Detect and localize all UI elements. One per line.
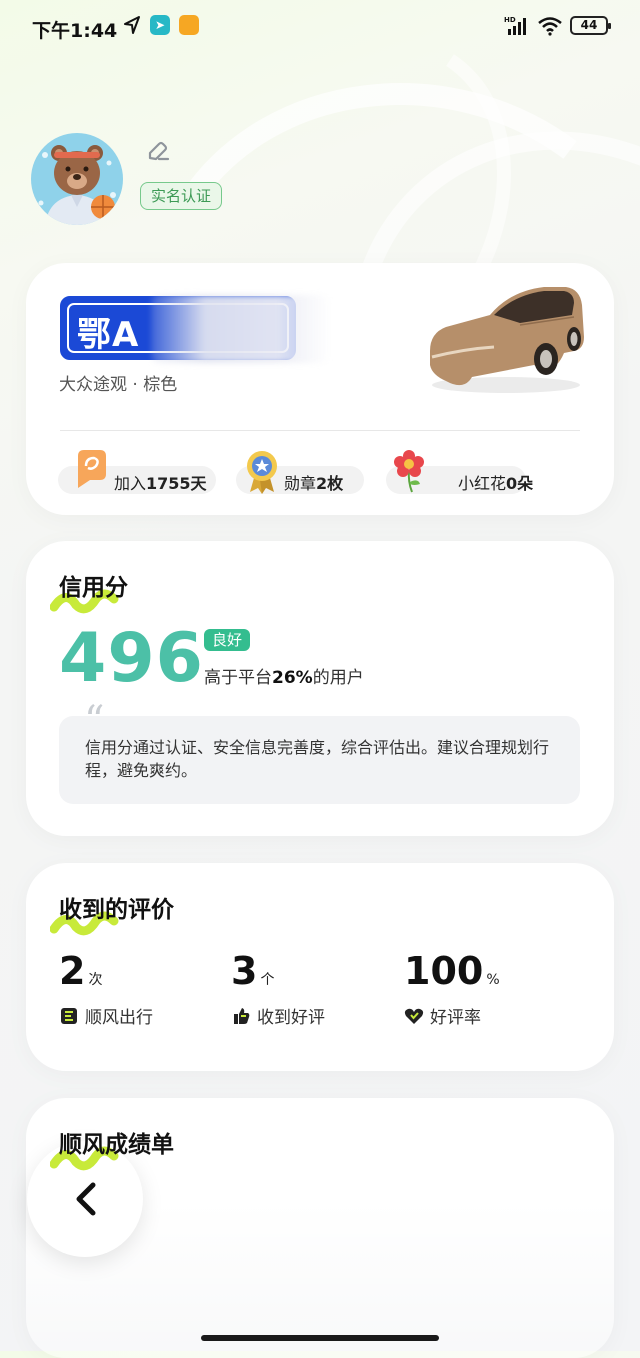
review-rate-value: 100 xyxy=(404,949,484,993)
car-card: 鄂A 大众途观 · 棕色 加入1755天 勋章2枚 小红花0朵 xyxy=(26,263,614,515)
review-good-value: 3 xyxy=(231,949,258,993)
heart-icon xyxy=(404,1008,424,1024)
stat-flower-prefix: 小红花 xyxy=(458,474,507,493)
stat-red-flowers: 小红花0朵 xyxy=(386,450,533,494)
medal-icon xyxy=(247,451,277,494)
location-arrow-icon xyxy=(124,16,140,34)
credit-description: 信用分通过认证、安全信息完善度，综合评估出。建议合理规划行程，避免爽约。 xyxy=(85,738,550,780)
wifi-icon xyxy=(538,17,562,36)
review-rides-label-text: 顺风出行 xyxy=(85,1008,153,1028)
stat-medal-prefix: 勋章 xyxy=(284,474,317,493)
credit-score-value: 496 xyxy=(59,619,204,698)
bear-avatar-icon xyxy=(38,145,116,225)
stat-join-days: 加入1755天 xyxy=(58,450,216,494)
credit-rating-tag: 良好 xyxy=(204,629,251,651)
status-bar: 下午1:44 ➤ HD 44 xyxy=(0,0,640,54)
review-rate-label: 好评率 xyxy=(404,1003,481,1028)
battery-level: 44 xyxy=(580,18,598,32)
edit-name-icon[interactable] xyxy=(146,138,172,164)
ride-icon xyxy=(61,1008,77,1024)
signal-icon: HD xyxy=(504,16,526,35)
stat-flower-text: 小红花0朵 xyxy=(458,470,533,494)
stat-join-text: 加入1755天 xyxy=(114,470,207,494)
plate-privacy-mask xyxy=(151,295,331,363)
credit-description-box: 信用分通过认证、安全信息完善度，综合评估出。建议合理规划行程，避免爽约。 xyxy=(59,716,580,804)
reviews-title: 收到的评价 xyxy=(59,897,174,923)
stat-medal-suffix: 枚 xyxy=(327,474,344,493)
review-positive-rate: 100% 好评率 xyxy=(404,949,500,1028)
stat-medal-value: 2 xyxy=(316,474,328,493)
quote-icon: “ xyxy=(84,698,105,744)
battery-indicator: 44 xyxy=(570,16,611,35)
thumbs-up-icon xyxy=(234,1008,250,1024)
calendar-badge-icon xyxy=(78,450,106,488)
credit-score-card: 信用分 496 良好 高于平台26%的用户 信用分通过认证、安全信息完善度，综合… xyxy=(26,541,614,836)
review-good-unit: 个 xyxy=(260,972,275,988)
review-rides: 2次 顺风出行 xyxy=(59,949,153,1028)
report-title: 顺风成绩单 xyxy=(59,1132,174,1158)
review-good-reviews: 3个 收到好评 xyxy=(231,949,325,1028)
stat-medal-text: 勋章2枚 xyxy=(284,470,343,494)
review-rate-label-text: 好评率 xyxy=(430,1008,481,1028)
review-rides-unit: 次 xyxy=(88,972,103,988)
review-rides-label: 顺风出行 xyxy=(59,1003,153,1028)
license-plate: 鄂A xyxy=(60,295,331,363)
car-card-divider xyxy=(60,430,580,431)
background-swirl xyxy=(180,54,640,274)
car-image xyxy=(430,287,584,393)
stat-join-suffix: 天 xyxy=(190,474,207,493)
car-description: 大众途观 · 棕色 xyxy=(59,375,178,395)
review-good-label: 收到好评 xyxy=(231,1003,325,1028)
review-rate-unit: % xyxy=(486,972,500,988)
stat-flower-value: 0 xyxy=(506,474,518,493)
beat-value: 26% xyxy=(272,668,313,688)
credit-title: 信用分 xyxy=(59,575,128,601)
beat-suffix: 的用户 xyxy=(312,668,364,688)
stat-flower-suffix: 朵 xyxy=(517,474,534,493)
stat-join-value: 1755 xyxy=(146,474,191,493)
svg-text:HD: HD xyxy=(504,16,516,24)
reviews-card: 收到的评价 2次 顺风出行 3个 收到好评 100% 好评率 xyxy=(26,863,614,1071)
news-app-icon xyxy=(179,15,199,35)
plate-text: 鄂A xyxy=(77,315,140,355)
stat-medals: 勋章2枚 xyxy=(236,451,364,494)
verified-badge: 实名认证 xyxy=(140,182,223,210)
avatar[interactable] xyxy=(31,133,123,225)
credit-beat-text: 高于平台26%的用户 xyxy=(204,663,364,688)
beat-prefix: 高于平台 xyxy=(204,668,272,688)
navigation-app-icon: ➤ xyxy=(150,15,170,35)
review-rides-value: 2 xyxy=(59,949,86,993)
review-good-label-text: 收到好评 xyxy=(257,1008,325,1028)
status-time: 下午1:44 xyxy=(32,20,118,42)
home-indicator[interactable] xyxy=(201,1335,439,1341)
red-flower-icon xyxy=(394,450,424,493)
stat-join-prefix: 加入 xyxy=(114,474,147,493)
